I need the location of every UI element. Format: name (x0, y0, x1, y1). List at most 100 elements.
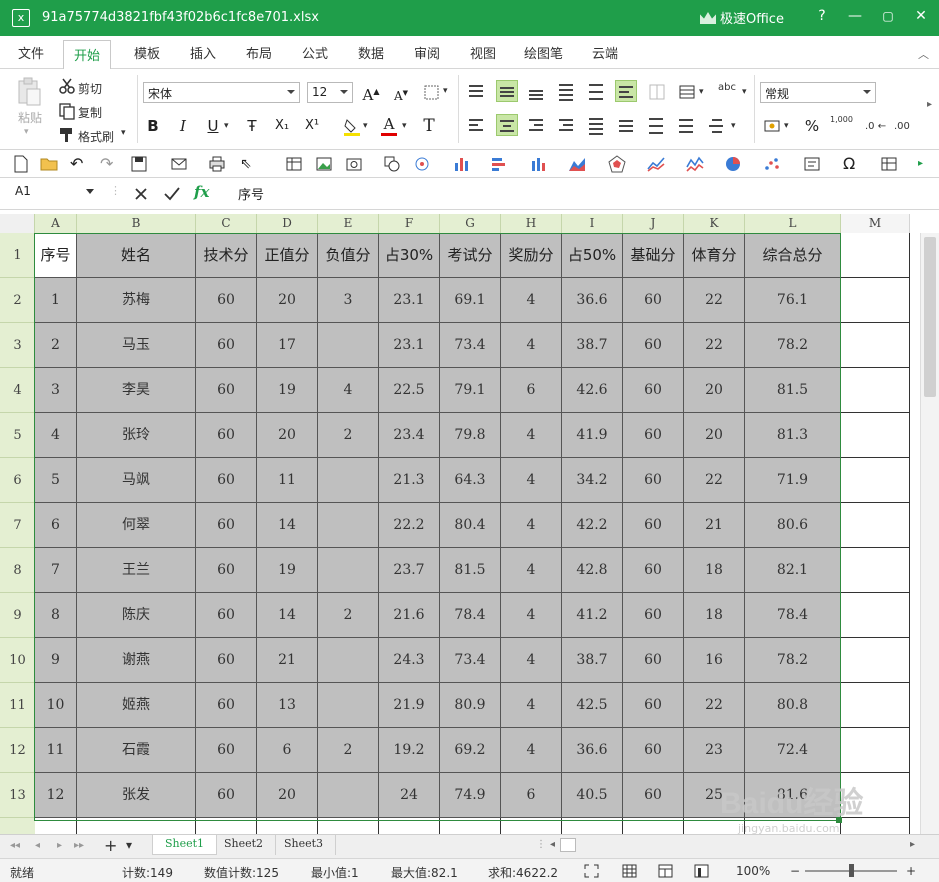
data-cell[interactable]: 何翠 (77, 503, 196, 548)
data-cell[interactable]: 78.2 (745, 638, 841, 683)
hscroll-left-icon[interactable]: ◂ (550, 839, 555, 850)
ribbon-scroll-right-icon[interactable]: ▸ (927, 99, 932, 110)
bar-chart-icon[interactable] (453, 155, 471, 173)
border-dropdown-icon[interactable]: ▾ (443, 86, 448, 96)
tab-view[interactable]: 视图 (470, 43, 496, 62)
column-header-g[interactable]: G (440, 214, 501, 233)
row-header-12[interactable]: 12 (0, 728, 35, 773)
scissors-icon[interactable] (58, 77, 76, 95)
select-pointer-icon[interactable]: ⇖ (240, 155, 258, 173)
normal-view-icon[interactable] (622, 864, 637, 878)
help-button[interactable]: ? (807, 6, 837, 28)
row-header-14[interactable]: 14 (0, 818, 35, 834)
data-cell[interactable]: 马玉 (77, 323, 196, 368)
data-cell[interactable]: 4 (501, 728, 562, 773)
data-cell[interactable]: 22.5 (379, 368, 440, 413)
align-bottom-icon[interactable] (526, 81, 548, 103)
column-header-c[interactable]: C (196, 214, 257, 233)
name-box-dropdown-icon[interactable] (86, 189, 94, 194)
tab-layout[interactable]: 布局 (246, 43, 272, 62)
bold-button[interactable]: B (142, 115, 164, 137)
new-file-icon[interactable] (12, 155, 30, 173)
column-header-m[interactable]: M (841, 214, 910, 233)
column-header-k[interactable]: K (684, 214, 745, 233)
align-middle-icon[interactable] (496, 80, 518, 102)
last-sheet-icon[interactable]: ▸▸ (74, 840, 84, 851)
wrap-text-icon[interactable] (615, 80, 637, 102)
tab-draw[interactable]: 绘图笔 (524, 43, 563, 62)
data-cell[interactable]: 王兰 (77, 548, 196, 593)
page-break-view-icon[interactable] (694, 864, 709, 878)
data-cell[interactable] (318, 458, 379, 503)
data-cell[interactable]: 41.2 (562, 593, 623, 638)
font-size-select[interactable]: 12 (307, 82, 353, 103)
empty-cell[interactable] (841, 233, 910, 278)
header-cell[interactable]: 技术分 (196, 233, 257, 278)
data-cell[interactable]: 苏梅 (77, 278, 196, 323)
empty-cell[interactable] (841, 638, 910, 683)
empty-cell[interactable] (841, 818, 910, 834)
data-cell[interactable]: 60 (623, 368, 684, 413)
header-cell[interactable]: 正值分 (257, 233, 318, 278)
grow-font-button[interactable]: A▲ (360, 81, 382, 104)
cancel-icon[interactable] (133, 186, 149, 202)
data-cell[interactable]: 80.8 (745, 683, 841, 728)
distributed-align-icon[interactable] (616, 115, 638, 137)
close-button[interactable]: ✕ (906, 6, 936, 28)
data-cell[interactable]: 19 (257, 368, 318, 413)
sheet-tab-3[interactable]: Sheet3 (272, 835, 337, 855)
data-cell[interactable]: 22 (684, 458, 745, 503)
header-cell[interactable]: 考试分 (440, 233, 501, 278)
collapse-ribbon-icon[interactable]: ︿ (918, 46, 929, 62)
data-cell[interactable] (318, 683, 379, 728)
tab-template[interactable]: 模板 (134, 43, 160, 62)
data-cell[interactable]: 79.8 (440, 413, 501, 458)
data-cell[interactable]: 60 (196, 278, 257, 323)
paste-dropdown-icon[interactable]: ▾ (24, 127, 29, 137)
pie-chart-icon[interactable] (724, 155, 742, 173)
data-cell[interactable]: 4 (501, 278, 562, 323)
row-header-2[interactable]: 2 (0, 278, 35, 323)
tab-data[interactable]: 数据 (358, 43, 384, 62)
merge-cells-icon[interactable] (648, 83, 666, 101)
column-chart-icon[interactable] (490, 155, 508, 173)
empty-cell[interactable] (623, 818, 684, 834)
data-cell[interactable]: 21 (257, 638, 318, 683)
data-cell[interactable]: 80.9 (440, 683, 501, 728)
data-cell[interactable]: 23.1 (379, 278, 440, 323)
print-icon[interactable] (208, 155, 226, 173)
data-cell[interactable]: 42.8 (562, 548, 623, 593)
empty-cell[interactable] (562, 818, 623, 834)
data-cell[interactable]: 14 (257, 503, 318, 548)
data-cell[interactable]: 李昊 (77, 368, 196, 413)
data-cell[interactable]: 42.6 (562, 368, 623, 413)
data-cell[interactable]: 17 (257, 323, 318, 368)
empty-cell[interactable] (257, 818, 318, 834)
tab-cloud[interactable]: 云端 (592, 43, 618, 62)
data-cell[interactable]: 73.4 (440, 323, 501, 368)
fill-color-icon[interactable] (342, 117, 362, 137)
data-cell[interactable]: 9 (35, 638, 77, 683)
data-cell[interactable]: 60 (623, 728, 684, 773)
data-cell[interactable]: 13 (257, 683, 318, 728)
format-painter-dropdown-icon[interactable]: ▾ (121, 128, 126, 138)
minimize-button[interactable]: — (840, 6, 870, 28)
data-cell[interactable]: 3 (318, 278, 379, 323)
data-cell[interactable]: 20 (684, 413, 745, 458)
data-cell[interactable]: 22 (684, 278, 745, 323)
data-cell[interactable]: 4 (501, 593, 562, 638)
select-all-corner[interactable] (0, 214, 35, 233)
data-cell[interactable]: 42.2 (562, 503, 623, 548)
data-cell[interactable]: 60 (623, 548, 684, 593)
sheet-list-button[interactable]: ▾ (126, 838, 132, 852)
border-icon[interactable] (423, 84, 441, 102)
stacked-chart-icon[interactable] (530, 155, 548, 173)
orientation-dropdown-icon[interactable]: ▾ (742, 87, 747, 97)
data-cell[interactable]: 2 (318, 413, 379, 458)
row-header-8[interactable]: 8 (0, 548, 35, 593)
header-cell[interactable]: 负值分 (318, 233, 379, 278)
data-cell[interactable]: 80.6 (745, 503, 841, 548)
active-cell-a1[interactable]: 序号 (35, 233, 77, 278)
insert-shape-icon[interactable] (383, 155, 401, 173)
data-cell[interactable]: 22 (684, 323, 745, 368)
